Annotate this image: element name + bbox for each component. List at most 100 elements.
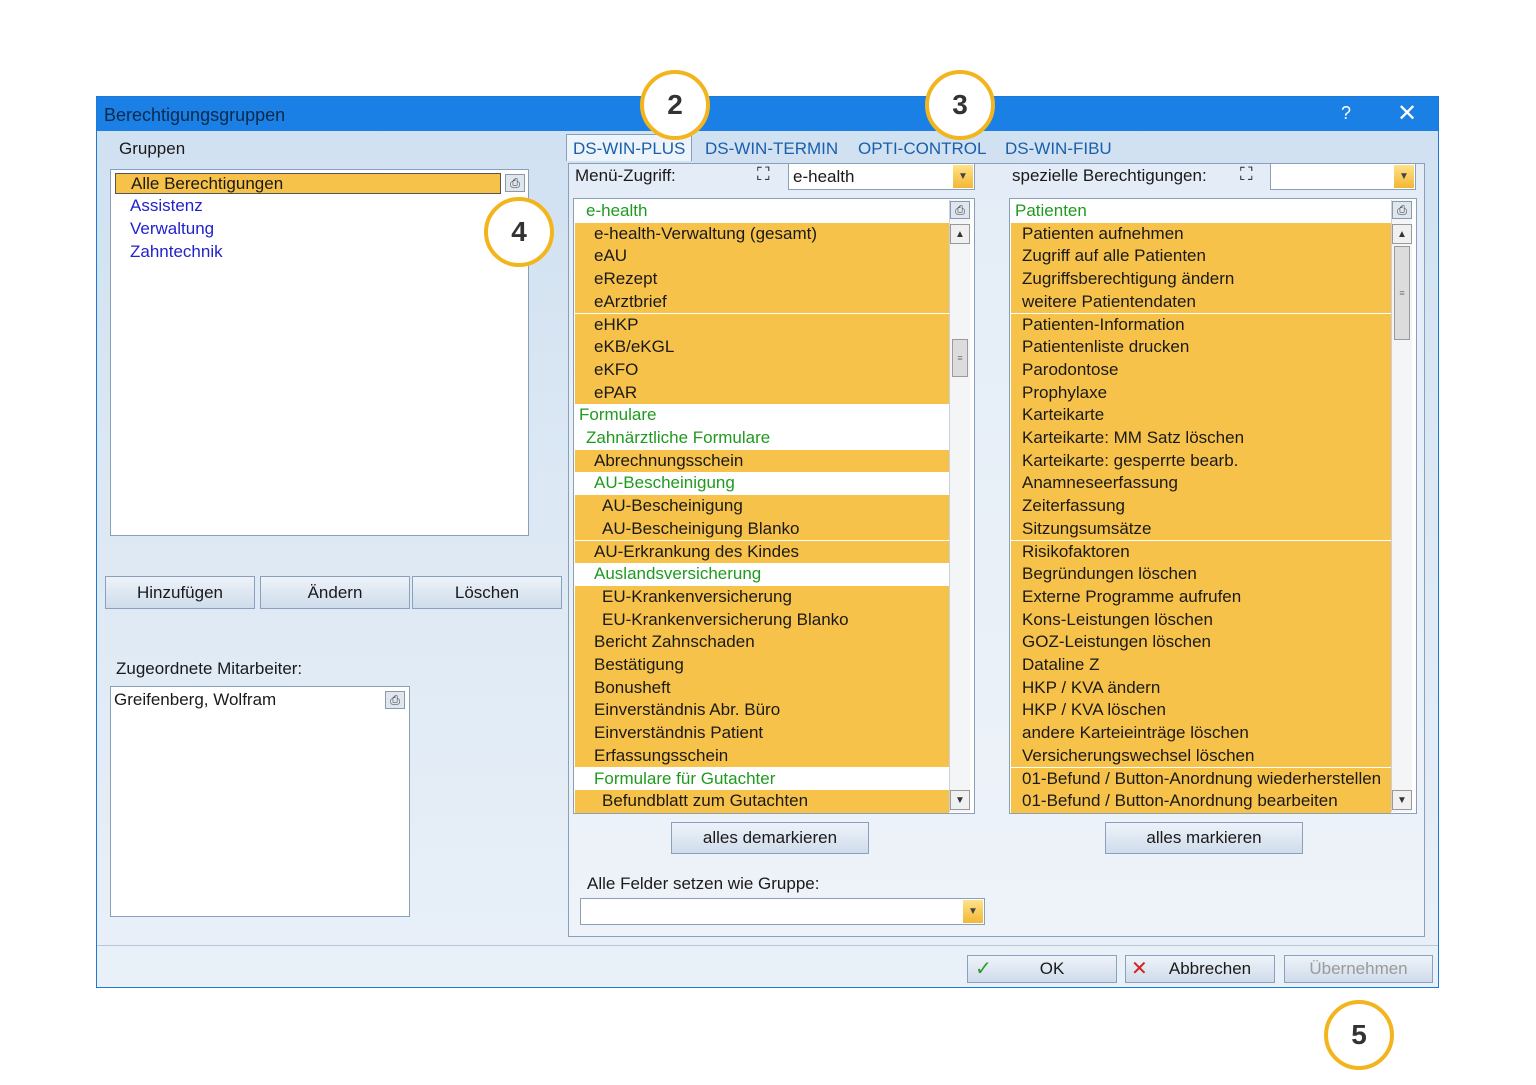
scroll-down-icon[interactable]: ▼ bbox=[950, 790, 970, 810]
print-icon[interactable]: ⎙ bbox=[385, 691, 405, 709]
permission-item-row[interactable]: 01-Befund / Button-Anordnung bearbeiten bbox=[1011, 790, 1391, 813]
cancel-label: Abbrechen bbox=[1168, 959, 1252, 978]
permission-item-row[interactable]: HKP / KVA löschen bbox=[1011, 699, 1391, 723]
menu-access-list[interactable]: Befundblatt zum Gutachten Formulare für G… bbox=[573, 198, 975, 814]
permission-item-row[interactable]: Patienten-Information bbox=[1011, 313, 1391, 337]
menu-item-row[interactable]: eHKP bbox=[575, 313, 949, 337]
permission-item-row[interactable]: weitere Patientendaten bbox=[1011, 290, 1391, 314]
binoculars-icon[interactable]: ⛶ bbox=[1240, 164, 1253, 185]
permission-item-row[interactable]: Externe Programme aufrufen bbox=[1011, 585, 1391, 609]
chevron-down-icon[interactable]: ▼ bbox=[1394, 165, 1414, 188]
chevron-down-icon[interactable]: ▼ bbox=[963, 900, 983, 923]
special-permissions-combo[interactable]: ▼ bbox=[1270, 163, 1416, 190]
permission-item-row[interactable]: Anamneseerfassung bbox=[1011, 472, 1391, 496]
group-item[interactable]: Alle Berechtigungen bbox=[115, 173, 501, 194]
menu-group-row[interactable]: AU-Bescheinigung bbox=[575, 472, 949, 496]
permission-item-row[interactable]: HKP / KVA ändern bbox=[1011, 676, 1391, 700]
menu-item-row[interactable]: Bericht Zahnschaden bbox=[575, 631, 949, 654]
group-item[interactable]: Zahntechnik bbox=[115, 241, 223, 262]
cancel-button[interactable]: ✕ Abbrechen bbox=[1125, 955, 1275, 983]
employee-item[interactable]: Greifenberg, Wolfram bbox=[114, 690, 276, 710]
select-all-button[interactable]: alles markieren bbox=[1105, 822, 1303, 854]
menu-item-row[interactable]: AU-Bescheinigung bbox=[575, 495, 949, 518]
scroll-up-icon[interactable]: ▲ bbox=[950, 224, 970, 244]
menu-item-row[interactable]: Abrechnungsschein bbox=[575, 449, 949, 473]
permission-item-row[interactable]: Zeiterfassung bbox=[1011, 495, 1391, 518]
menu-item-row[interactable]: Erfassungsschein bbox=[575, 744, 949, 768]
special-scrollbar[interactable]: ⎙ ▲ ≡ ▼ bbox=[1391, 200, 1412, 812]
menu-item-row[interactable]: eArztbrief bbox=[575, 290, 949, 314]
copy-group-combo[interactable]: ▼ bbox=[580, 898, 985, 925]
permission-item-row[interactable]: Parodontose bbox=[1011, 358, 1391, 382]
menu-scrollbar[interactable]: ⎙ ▲ ≡ ▼ bbox=[949, 200, 970, 812]
chevron-down-icon[interactable]: ▼ bbox=[953, 165, 973, 188]
print-icon[interactable]: ⎙ bbox=[950, 201, 970, 219]
menu-item-row[interactable]: EU-Krankenversicherung Blanko bbox=[575, 608, 949, 632]
change-group-button[interactable]: Ändern bbox=[260, 576, 410, 609]
apply-button[interactable]: Übernehmen bbox=[1284, 955, 1433, 983]
menu-item-row[interactable]: eKFO bbox=[575, 358, 949, 382]
print-icon[interactable]: ⎙ bbox=[1392, 201, 1412, 219]
menu-item-row[interactable]: eAU bbox=[575, 245, 949, 269]
binoculars-icon[interactable]: ⛶ bbox=[757, 164, 770, 185]
close-icon[interactable]: ✕ bbox=[1397, 99, 1417, 128]
groups-list[interactable]: ⎙ Alle Berechtigungen Assistenz Verwaltu… bbox=[110, 169, 529, 536]
permission-item-row[interactable]: Sitzungsumsätze bbox=[1011, 517, 1391, 541]
menu-item-row[interactable]: eRezept bbox=[575, 268, 949, 291]
menu-item-row[interactable]: EU-Krankenversicherung bbox=[575, 585, 949, 609]
delete-group-button[interactable]: Löschen bbox=[412, 576, 562, 609]
help-button[interactable]: ? bbox=[1341, 103, 1351, 124]
permission-item-row[interactable]: Karteikarte bbox=[1011, 404, 1391, 427]
scroll-thumb[interactable]: ≡ bbox=[952, 339, 968, 377]
print-icon[interactable]: ⎙ bbox=[505, 174, 525, 192]
permission-item-row[interactable]: GOZ-Leistungen löschen bbox=[1011, 631, 1391, 654]
menu-item-row[interactable]: AU-Erkrankung des Kindes bbox=[575, 540, 949, 564]
group-item[interactable]: Assistenz bbox=[115, 195, 203, 216]
scroll-thumb[interactable]: ≡ bbox=[1394, 246, 1410, 340]
special-permissions-list[interactable]: 01-Befund / Button-Anordnung bearbeiten 0… bbox=[1009, 198, 1417, 814]
permission-item-row[interactable]: Risikofaktoren bbox=[1011, 540, 1391, 564]
menu-item-row[interactable]: Einverständnis Patient bbox=[575, 722, 949, 745]
scroll-up-icon[interactable]: ▲ bbox=[1392, 224, 1412, 244]
menu-item-row[interactable]: Bestätigung bbox=[575, 654, 949, 677]
callout-marker: 5 bbox=[1324, 1000, 1394, 1070]
permission-group-row[interactable]: Patienten bbox=[1011, 200, 1391, 223]
permission-item-row[interactable]: Kons-Leistungen löschen bbox=[1011, 608, 1391, 632]
menu-item-row[interactable]: Bonusheft bbox=[575, 676, 949, 700]
tab-panel: Menü-Zugriff: ⛶ e-health ▼ Befundblatt z… bbox=[568, 163, 1425, 937]
callout-marker: 2 bbox=[640, 70, 710, 140]
permission-item-row[interactable]: Dataline Z bbox=[1011, 654, 1391, 677]
ok-button[interactable]: ✓ OK bbox=[967, 955, 1117, 983]
permission-item-row[interactable]: 01-Befund / Button-Anordnung wiederherst… bbox=[1011, 767, 1391, 791]
permission-item-row[interactable]: Zugriff auf alle Patienten bbox=[1011, 245, 1391, 269]
menu-item-row[interactable]: AU-Bescheinigung Blanko bbox=[575, 517, 949, 541]
menu-item-row[interactable]: eKB/eKGL bbox=[575, 336, 949, 359]
menu-group-row[interactable]: Formulare für Gutachter bbox=[575, 767, 949, 791]
menu-item-row[interactable]: e-health-Verwaltung (gesamt) bbox=[575, 222, 949, 246]
menu-item-row[interactable]: ePAR bbox=[575, 381, 949, 405]
menu-group-row[interactable]: Zahnärztliche Formulare bbox=[575, 427, 949, 450]
menu-group-row[interactable]: Auslandsversicherung bbox=[575, 563, 949, 586]
permission-item-row[interactable]: Karteikarte: gesperrte bearb. bbox=[1011, 449, 1391, 473]
menu-access-combo[interactable]: e-health ▼ bbox=[788, 163, 975, 190]
scroll-down-icon[interactable]: ▼ bbox=[1392, 790, 1412, 810]
tab-ds-win-termin[interactable]: DS-WIN-TERMIN bbox=[705, 139, 838, 159]
menu-item-row[interactable]: Befundblatt zum Gutachten bbox=[575, 790, 949, 813]
permission-item-row[interactable]: Patienten aufnehmen bbox=[1011, 222, 1391, 246]
tab-ds-win-fibu[interactable]: DS-WIN-FIBU bbox=[1005, 139, 1112, 159]
menu-group-row[interactable]: e-health bbox=[575, 200, 949, 223]
permission-item-row[interactable]: Prophylaxe bbox=[1011, 381, 1391, 405]
permission-item-row[interactable]: Begründungen löschen bbox=[1011, 563, 1391, 586]
add-group-button[interactable]: Hinzufügen bbox=[105, 576, 255, 609]
permission-item-row[interactable]: Patientenliste drucken bbox=[1011, 336, 1391, 359]
permission-item-row[interactable]: Versicherungswechsel löschen bbox=[1011, 744, 1391, 768]
permission-item-row[interactable]: Zugriffsberechtigung ändern bbox=[1011, 268, 1391, 291]
menu-item-row[interactable]: Einverständnis Abr. Büro bbox=[575, 699, 949, 723]
menu-group-row[interactable]: Formulare bbox=[575, 404, 949, 427]
tab-opti-control[interactable]: OPTI-CONTROL bbox=[858, 139, 986, 159]
deselect-all-button[interactable]: alles demarkieren bbox=[671, 822, 869, 854]
group-item[interactable]: Verwaltung bbox=[115, 218, 214, 239]
employees-list[interactable]: ⎙ Greifenberg, Wolfram bbox=[110, 686, 410, 917]
permission-item-row[interactable]: Karteikarte: MM Satz löschen bbox=[1011, 427, 1391, 450]
permission-item-row[interactable]: andere Karteieinträge löschen bbox=[1011, 722, 1391, 745]
